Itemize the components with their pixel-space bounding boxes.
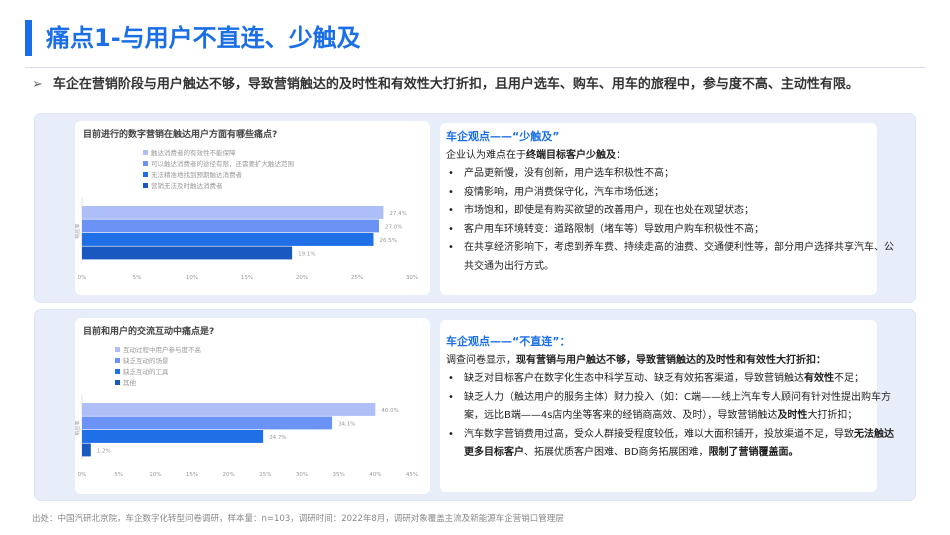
viewpoint-intro: 企业认为难点在于终端目标客户少触及： xyxy=(446,147,901,166)
legend-label: 缺乏互动的工具 xyxy=(123,368,169,376)
viewpoint-intro: 调查问卷显示，现有营销与用户触达不够，导致营销触达的及时性和有效性大打折扣： xyxy=(446,352,901,371)
intro-bold: 现有营销与用户触达不够，导致营销触达的及时性和有效性大打折扣： xyxy=(516,354,826,366)
bar xyxy=(82,246,293,260)
list-item: 缺乏对目标客户在数字化生态中科学互动、缺乏有效拓客渠道，导致营销触达有效性不足； xyxy=(446,370,901,389)
item-bold: 及时性 xyxy=(777,410,808,421)
page-subtitle: ➢ 车企在营销阶段与用户触达不够，导致营销触达的及时性和有效性大打折扣，且用户选车… xyxy=(32,75,859,95)
legend-label: 其他 xyxy=(123,379,136,387)
legend-swatch xyxy=(115,369,120,374)
intro-colon: ： xyxy=(616,149,626,161)
chart-title-2: 目前和用户的交流互动中痛点是? xyxy=(83,327,215,337)
x-tick-label: 30% xyxy=(406,275,418,281)
legend-label: 营销无法及时触达消费者 xyxy=(151,182,223,190)
title-accent-bar xyxy=(25,20,32,56)
x-tick-label: 5% xyxy=(133,275,142,281)
legend-item: 可以触达消费者的途径有限，还需要扩大触达范围 xyxy=(143,159,294,170)
x-tick-label: 20% xyxy=(296,275,308,281)
legend-swatch xyxy=(143,150,148,155)
page-title: 痛点1-与用户不直连、少触及 xyxy=(46,24,361,52)
x-tick-label: 10% xyxy=(186,275,198,281)
x-tick-label: 20% xyxy=(223,472,235,478)
list-item: 在共享经济影响下，考虑到养车费、持续走高的油费、交通便利性等，部分用户选择共享汽… xyxy=(446,239,901,276)
x-tick-label: 25% xyxy=(351,275,363,281)
legend-swatch xyxy=(143,161,148,166)
x-tick-label: 30% xyxy=(296,472,308,478)
data-label: 40.0% xyxy=(381,408,398,414)
list-item: 客户用车环境转变：道路限制（堵车等）导致用户购车积极性不高； xyxy=(446,221,901,240)
bar xyxy=(82,416,333,430)
legend-swatch xyxy=(115,358,120,363)
item-bold: 限制了营销覆盖面。 xyxy=(708,447,799,458)
x-tick-label: 15% xyxy=(186,472,198,478)
legend-label: 触达消费者的有效性不能保障 xyxy=(151,149,236,157)
item-text: 缺乏对目标客户在数字化生态中科学互动、缺乏有效拓客渠道，导致营销触达 xyxy=(464,373,804,384)
x-tick-label: 45% xyxy=(406,472,418,478)
legend-label: 互动过程中用户参与度不高 xyxy=(123,346,201,354)
data-label: 27.0% xyxy=(385,224,402,230)
legend-label: 可以触达消费者的途径有限，还需要扩大触达范围 xyxy=(151,160,294,168)
x-tick-label: 35% xyxy=(333,472,345,478)
x-tick-label: 5% xyxy=(114,472,123,478)
intro-text: 调查问卷显示， xyxy=(446,354,516,366)
data-label: 1.2% xyxy=(97,448,111,454)
item-text: 大打折扣； xyxy=(807,410,858,421)
subtitle-text: 车企在营销阶段与用户触达不够，导致营销触达的及时性和有效性大打折扣，且用户选车、… xyxy=(52,77,859,92)
bar xyxy=(82,233,374,246)
item-text: 汽车数字营销费用过高，受众人群接受程度较低，难以大面积铺开，投放渠道不足，导致 xyxy=(464,428,854,440)
legend-label: 缺乏互动的场景 xyxy=(123,357,169,365)
bar-chart-2: 响应率 40.0% 34.1% 24.7% 1.2% 0% 5% 10% 15% 20% 25% 30… xyxy=(75,395,418,478)
x-tick-label: 40% xyxy=(369,472,381,478)
viewpoint-1: 车企观点——“少触及” 企业认为难点在于终端目标客户少触及： 产品更新慢，没有创… xyxy=(446,128,901,276)
legend-item: 缺乏互动的场景 xyxy=(115,356,201,367)
bar xyxy=(82,219,379,233)
bar xyxy=(82,403,376,416)
chart-legend-2: 互动过程中用户参与度不高 缺乏互动的场景 缺乏互动的工具 其他 xyxy=(115,345,201,389)
arrow-right-icon: ➢ xyxy=(32,77,43,92)
viewpoint-heading: 车企观点——“不直连”： xyxy=(446,335,571,348)
data-label: 26.5% xyxy=(380,238,397,244)
legend-swatch xyxy=(143,183,148,188)
y-axis-label: 响应率 xyxy=(75,420,81,435)
intro-bold: 终端目标客户少触及 xyxy=(526,149,616,161)
x-tick-label: 10% xyxy=(149,472,161,478)
data-label: 34.1% xyxy=(338,421,355,427)
legend-swatch xyxy=(115,380,120,385)
list-item: 缺乏人力（触达用户的服务主体）财力投入（如：C端——线上汽车专人顾问有针对性提出… xyxy=(446,389,901,426)
legend-label: 无法精准地找到预期触达消费者 xyxy=(151,171,242,179)
list-item: 汽车数字营销费用过高，受众人群接受程度较低，难以大面积铺开，投放渠道不足，导致无… xyxy=(446,426,901,463)
data-label: 24.7% xyxy=(269,435,286,441)
bar xyxy=(82,206,384,219)
item-text: 不足； xyxy=(834,373,864,384)
viewpoint-heading: 车企观点——“少触及” xyxy=(446,130,560,143)
chart-legend-1: 触达消费者的有效性不能保障可以触达消费者的途径有限，还需要扩大触达范围 无法精准地… xyxy=(143,148,294,192)
chart-title-1: 目前进行的数字营销在触达用户方面有哪些痛点? xyxy=(83,130,278,140)
data-label: 19.1% xyxy=(298,251,315,257)
bar xyxy=(82,430,264,443)
item-bold: 有效性 xyxy=(804,373,834,384)
list-item: 产品更新慢，没有创新，用户选车积极性不高； xyxy=(446,165,901,184)
bar-chart-1: 响应率 27.4% 27.0% 26.5% 19.1% 0% 5% 10% 15% 20% 25% 3… xyxy=(75,198,418,281)
bar xyxy=(82,443,91,457)
legend-item: 无法精准地找到预期触达消费者 xyxy=(143,170,294,181)
source-note: 出处：中国汽研北京院，车企数字化转型问卷调研，样本量：n=103，调研时间：20… xyxy=(32,514,564,524)
legend-item: 触达消费者的有效性不能保障 xyxy=(143,148,294,159)
x-tick-label: 0% xyxy=(78,472,87,478)
legend-item: 其他 xyxy=(115,378,201,389)
list-item: 疫情影响，用户消费保守化，汽车市场低迷； xyxy=(446,184,901,203)
legend-item: 缺乏互动的工具 xyxy=(115,367,201,378)
x-tick-label: 0% xyxy=(78,275,87,281)
divider xyxy=(25,67,925,68)
data-label: 27.4% xyxy=(389,211,406,217)
intro-text: 企业认为难点在于 xyxy=(446,149,526,161)
x-tick-label: 15% xyxy=(241,275,253,281)
legend-item: 互动过程中用户参与度不高 xyxy=(115,345,201,356)
item-text: 、拓展优质客户困难、BD商务拓展困难， xyxy=(524,447,709,458)
list-item: 市场饱和，即使是有购买欲望的改善用户，现在也处在观望状态； xyxy=(446,202,901,221)
x-tick-label: 25% xyxy=(259,472,271,478)
legend-item: 营销无法及时触达消费者 xyxy=(143,181,294,192)
y-axis-label: 响应率 xyxy=(75,223,81,238)
legend-swatch xyxy=(143,172,148,177)
viewpoint-2: 车企观点——“不直连”： 调查问卷显示，现有营销与用户触达不够，导致营销触达的及… xyxy=(446,333,901,463)
legend-swatch xyxy=(115,347,120,352)
